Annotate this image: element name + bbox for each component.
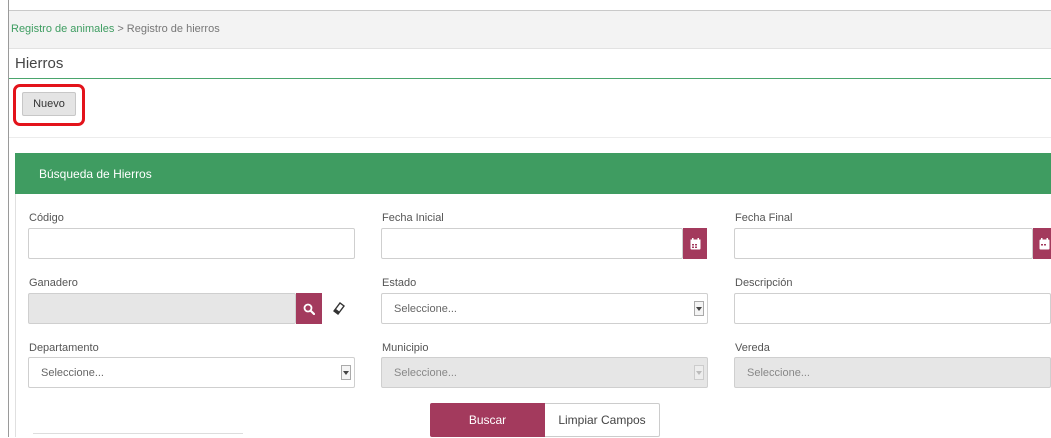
departamento-select[interactable]: Seleccione...	[28, 357, 355, 388]
search-panel-header: Búsqueda de Hierros	[15, 153, 1051, 194]
estado-select[interactable]: Seleccione...	[381, 293, 708, 324]
municipio-select[interactable]: Seleccione...	[381, 357, 708, 388]
window-left-border	[8, 0, 9, 437]
breadcrumb: Registro de animales > Registro de hierros	[11, 23, 220, 35]
page-title: Hierros	[15, 55, 64, 72]
footer-stub	[33, 433, 243, 438]
departamento-label: Departamento	[29, 342, 99, 354]
search-panel-title: Búsqueda de Hierros	[39, 167, 152, 181]
vereda-selected-value: Seleccione...	[747, 367, 810, 379]
vereda-select[interactable]: Seleccione...	[734, 357, 1051, 388]
eraser-icon[interactable]	[332, 301, 346, 315]
breadcrumb-link-registro-animales[interactable]: Registro de animales	[11, 23, 114, 35]
chevron-down-icon	[694, 365, 704, 380]
codigo-label: Código	[29, 212, 64, 224]
clear-fields-button[interactable]: Limpiar Campos	[545, 403, 660, 437]
title-divider	[9, 78, 1051, 79]
fecha-final-label: Fecha Final	[735, 212, 793, 224]
search-icon	[303, 303, 315, 315]
descripcion-label: Descripción	[735, 277, 793, 289]
departamento-selected-value: Seleccione...	[41, 367, 104, 379]
section-divider	[9, 137, 1051, 138]
search-button[interactable]: Buscar	[430, 403, 545, 437]
ganadero-label: Ganadero	[29, 277, 78, 289]
breadcrumb-current: Registro de hierros	[126, 23, 220, 35]
fecha-inicial-calendar-button[interactable]	[683, 228, 707, 259]
ganadero-search-button[interactable]	[296, 293, 322, 324]
estado-label: Estado	[382, 277, 417, 289]
chevron-down-icon	[341, 365, 351, 380]
chevron-down-icon	[694, 301, 704, 316]
fecha-final-input[interactable]	[734, 228, 1033, 259]
ganadero-input[interactable]	[28, 293, 296, 324]
breadcrumb-separator: >	[117, 23, 124, 35]
calendar-icon	[1039, 237, 1050, 249]
codigo-input[interactable]	[28, 228, 355, 259]
fecha-inicial-label: Fecha Inicial	[382, 212, 444, 224]
municipio-label: Municipio	[382, 342, 429, 354]
fecha-final-calendar-button[interactable]	[1033, 228, 1051, 259]
municipio-selected-value: Seleccione...	[394, 367, 457, 379]
estado-selected-value: Seleccione...	[394, 303, 457, 315]
vereda-label: Vereda	[735, 342, 770, 354]
breadcrumb-bar: Registro de animales > Registro de hierros	[9, 11, 1051, 49]
new-button[interactable]: Nuevo	[22, 92, 76, 116]
descripcion-input[interactable]	[734, 293, 1051, 324]
calendar-icon	[690, 237, 700, 249]
fecha-inicial-input[interactable]	[381, 228, 683, 259]
